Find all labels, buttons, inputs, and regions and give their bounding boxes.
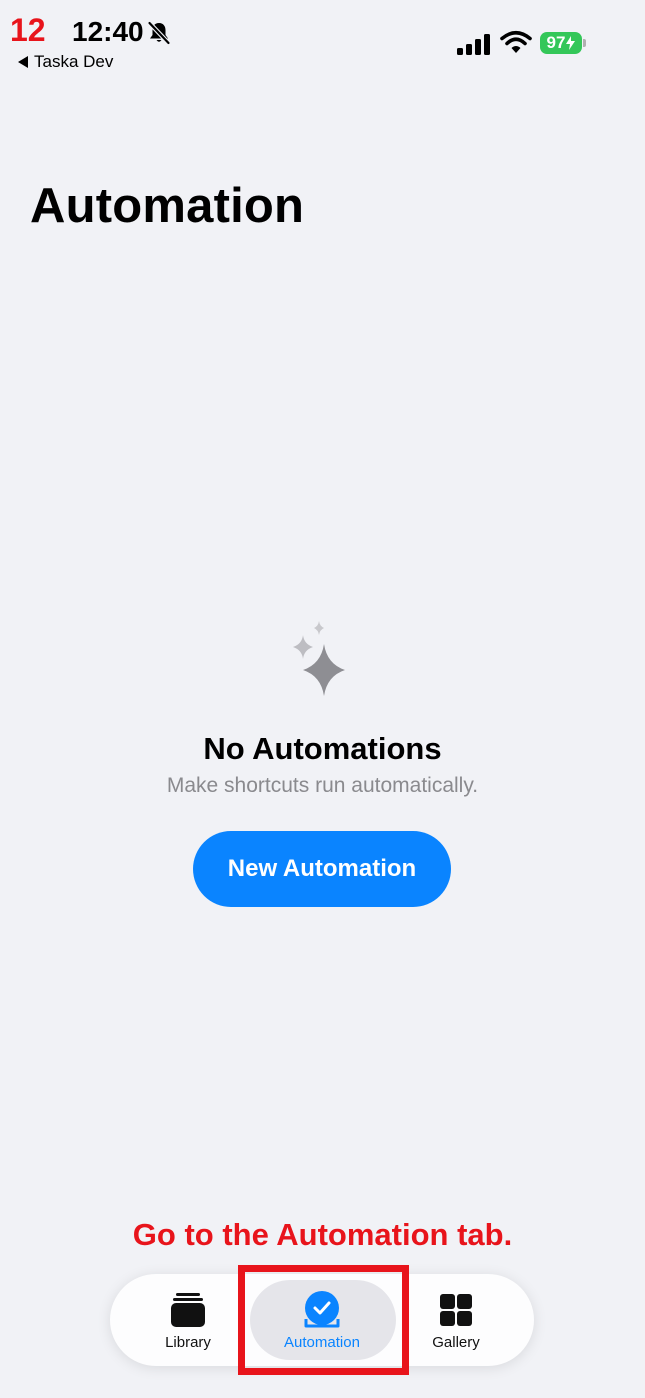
gallery-grid-icon: [440, 1293, 472, 1326]
page-title: Automation: [30, 179, 305, 233]
empty-state-subtitle: Make shortcuts run automatically.: [166, 774, 479, 797]
instruction-text: Go to the Automation tab.: [132, 1217, 513, 1252]
wifi-icon: [500, 30, 532, 53]
back-app-label: Taska Dev: [34, 52, 114, 71]
empty-state-title: No Automations: [203, 731, 442, 766]
battery-icon: 97: [540, 31, 586, 55]
battery-percent: 97: [546, 33, 566, 52]
library-stack-icon: [171, 1292, 205, 1327]
charging-bolt-icon: [566, 36, 576, 50]
signal-icon: [457, 34, 490, 55]
sparkles-icon: [293, 621, 345, 696]
new-automation-button[interactable]: New Automation: [193, 831, 451, 907]
tab-library[interactable]: Library: [118, 1274, 258, 1366]
tab-gallery-label: Gallery: [432, 1333, 480, 1351]
step-number-label: 12: [10, 12, 46, 48]
status-time: 12:40: [72, 16, 144, 47]
highlight-box: [238, 1265, 409, 1375]
tab-library-label: Library: [165, 1333, 211, 1351]
bell-slash-icon: [147, 20, 171, 46]
back-to-app-link[interactable]: Taska Dev: [18, 52, 113, 72]
back-triangle-icon: [18, 56, 28, 68]
